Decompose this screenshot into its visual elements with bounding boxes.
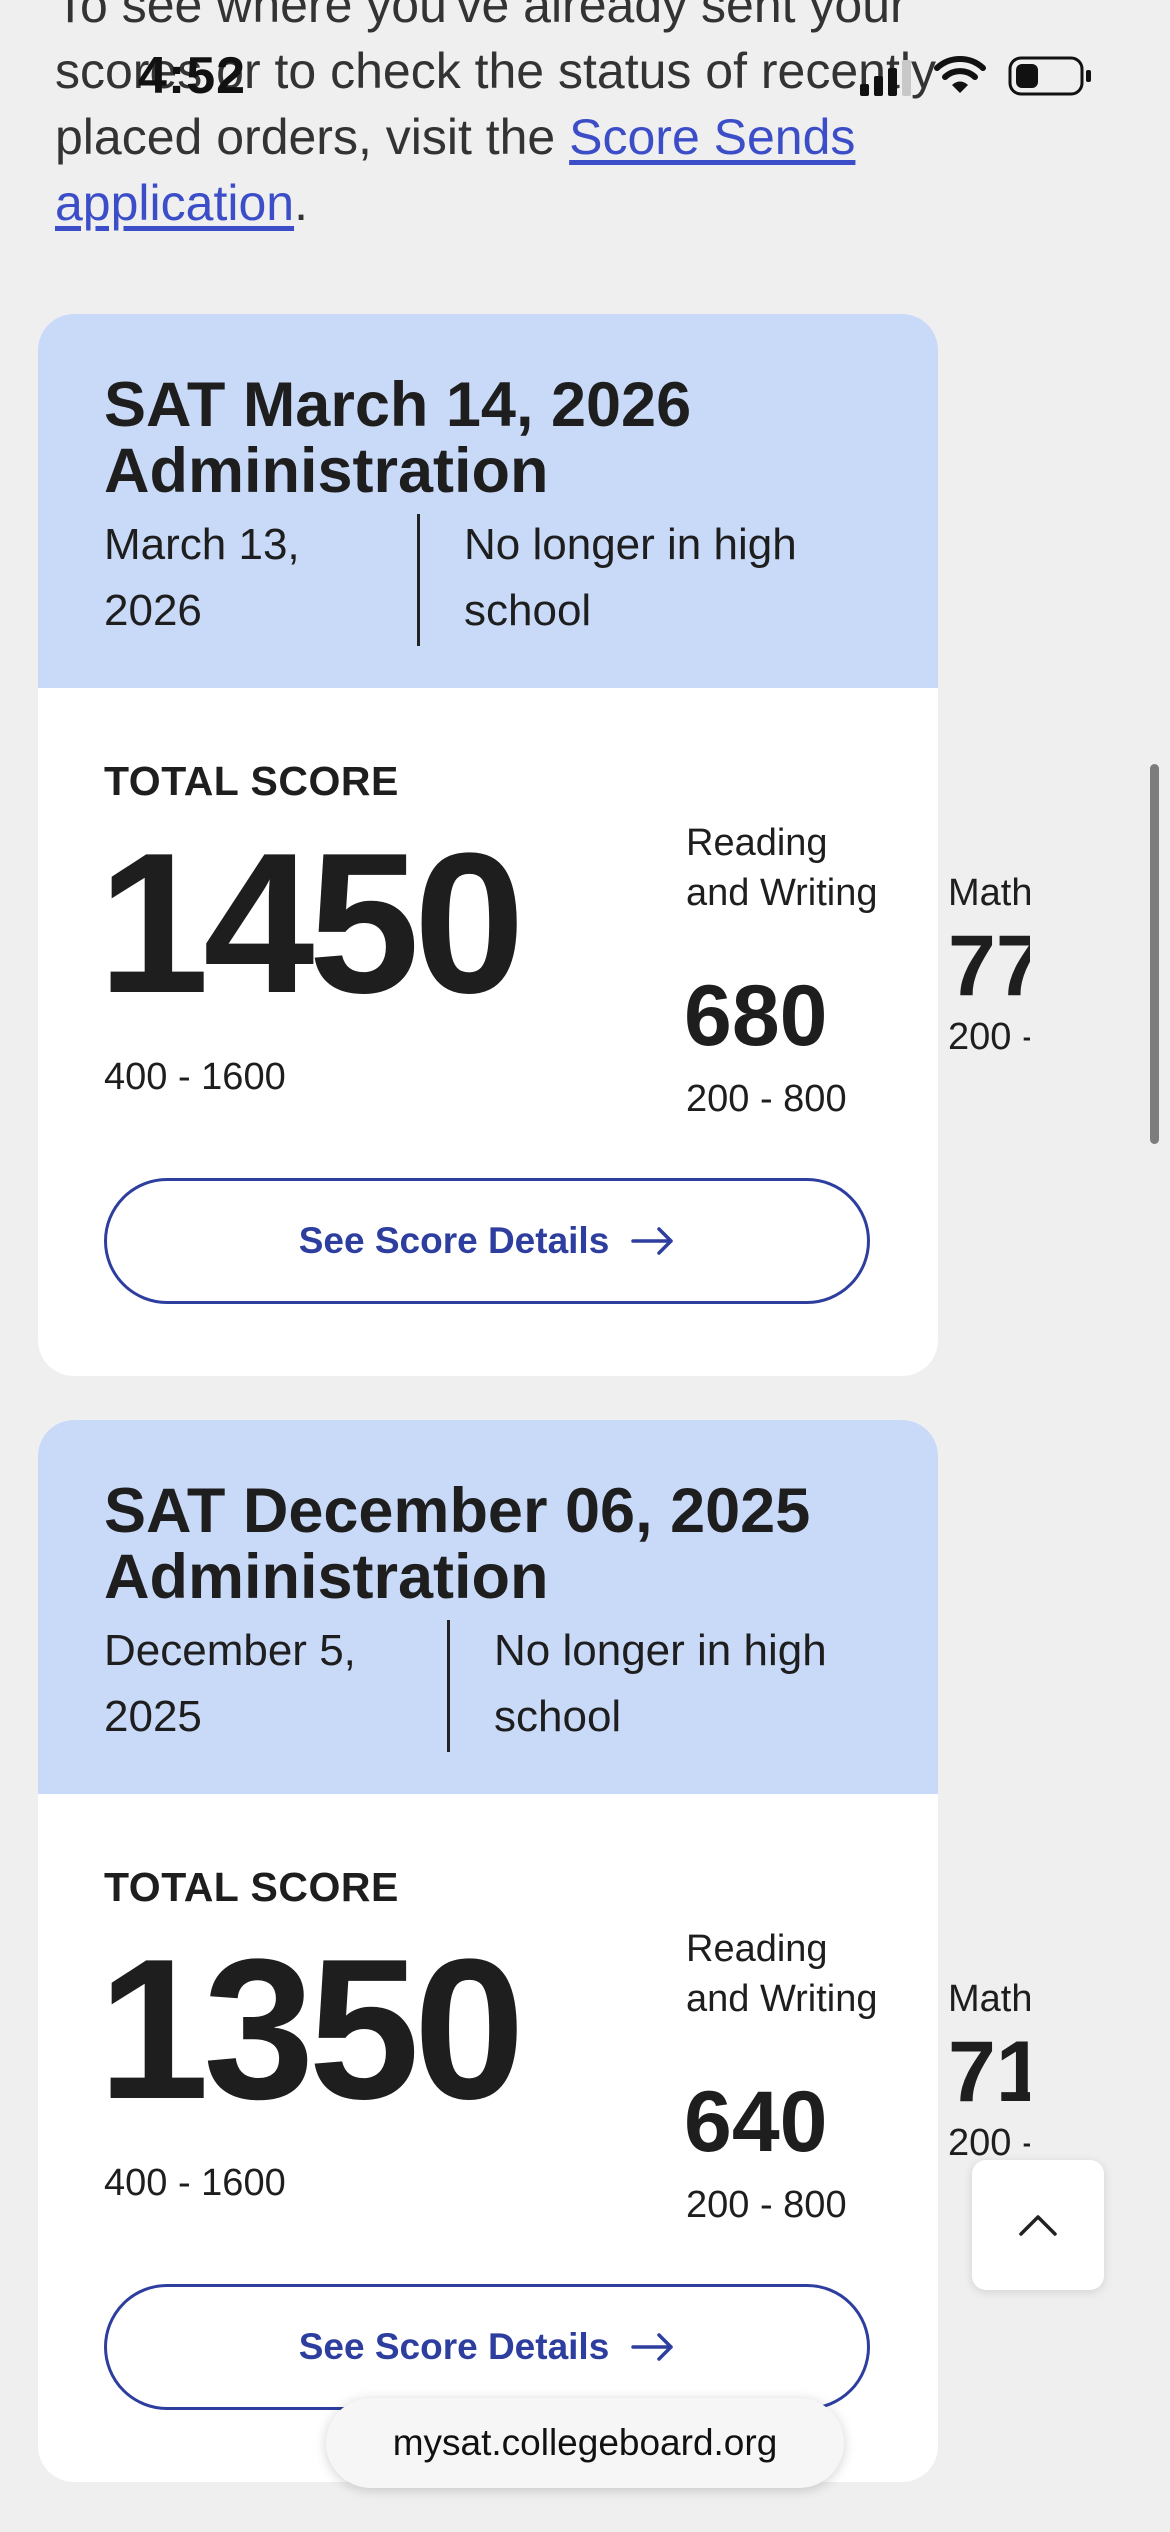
section-label-reading-writing: Reading and Writing bbox=[686, 1928, 878, 2020]
test-date: December 5, 2025 bbox=[104, 1626, 356, 1741]
back-to-top-button[interactable] bbox=[972, 2160, 1104, 2290]
battery-icon bbox=[1008, 56, 1091, 96]
page-scrollbar[interactable] bbox=[1150, 764, 1159, 1144]
math-score-peek[interactable]: Math 77 200 - bbox=[948, 868, 1030, 1080]
math-score-peek[interactable]: Math 71 200 - bbox=[948, 1974, 1030, 2178]
arrow-right-icon bbox=[631, 1227, 674, 1255]
score-card: SAT December 06, 2025 Administration Dec… bbox=[38, 1420, 938, 2482]
divider bbox=[447, 1620, 450, 1752]
section-score-math: 77 bbox=[948, 918, 1030, 1014]
total-score-range: 400 - 1600 bbox=[104, 1056, 286, 1098]
section-range-math: 200 - bbox=[948, 1016, 1030, 1058]
url-bar[interactable]: mysat.collegeboard.org bbox=[326, 2398, 844, 2488]
section-score-reading-writing: 680 bbox=[684, 968, 828, 1064]
section-label-reading-writing: Reading and Writing bbox=[686, 822, 878, 914]
total-score-label: TOTAL SCORE bbox=[104, 1864, 399, 1910]
see-score-details-label: See Score Details bbox=[298, 2326, 610, 2367]
grade-status: No longer in high school bbox=[494, 1626, 827, 1741]
total-score-label: TOTAL SCORE bbox=[104, 758, 399, 804]
score-sends-intro: To see where you've already sent your sc… bbox=[55, 0, 995, 236]
total-score-range: 400 - 1600 bbox=[104, 2162, 286, 2204]
card-header: SAT December 06, 2025 Administration Dec… bbox=[38, 1420, 938, 1794]
section-score-math: 71 bbox=[948, 2024, 1030, 2120]
url-domain: mysat.collegeboard.org bbox=[392, 2422, 778, 2463]
section-score-reading-writing: 640 bbox=[684, 2074, 828, 2170]
chevron-up-icon bbox=[1019, 2215, 1057, 2236]
test-administration-title: SAT December 06, 2025 Administration bbox=[104, 1476, 811, 1612]
total-score-value: 1350 bbox=[98, 1918, 525, 2141]
arrow-right-icon bbox=[631, 2333, 674, 2361]
divider bbox=[417, 514, 420, 646]
intro-period: . bbox=[294, 175, 308, 231]
score-card: SAT March 14, 2026 Administration March … bbox=[38, 314, 938, 1376]
grade-status: No longer in high school bbox=[464, 520, 797, 635]
total-score-value: 1450 bbox=[98, 812, 525, 1035]
see-score-details-label: See Score Details bbox=[298, 1220, 610, 1261]
see-score-details-button[interactable]: See Score Details bbox=[104, 1178, 870, 1304]
card-header: SAT March 14, 2026 Administration March … bbox=[38, 314, 938, 688]
section-label-math: Math bbox=[948, 1978, 1030, 2020]
section-range-reading-writing: 200 - 800 bbox=[686, 1078, 847, 1120]
section-range-reading-writing: 200 - 800 bbox=[686, 2184, 847, 2226]
see-score-details-button[interactable]: See Score Details bbox=[104, 2284, 870, 2410]
test-administration-title: SAT March 14, 2026 Administration bbox=[104, 370, 692, 506]
test-date: March 13, 2026 bbox=[104, 520, 300, 635]
section-label-math: Math bbox=[948, 872, 1030, 914]
